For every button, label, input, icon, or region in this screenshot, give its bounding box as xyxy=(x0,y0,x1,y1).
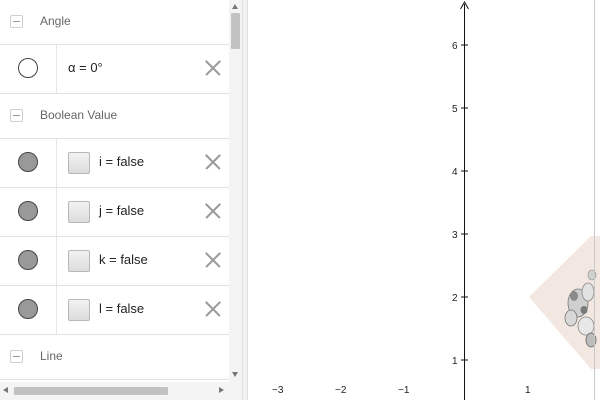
algebra-item-text[interactable]: α = 0° xyxy=(68,60,103,75)
boolean-checkbox-k[interactable] xyxy=(68,250,90,272)
algebra-view: Angle α = 0° Boolean Value i = false j =… xyxy=(0,0,229,382)
horizontal-scroll-thumb[interactable] xyxy=(14,387,168,395)
algebra-item-text[interactable]: k = false xyxy=(99,252,148,267)
marble-cell xyxy=(0,237,57,285)
algebra-item-alpha[interactable]: α = 0° xyxy=(0,45,229,94)
delete-icon[interactable] xyxy=(204,59,222,77)
horizontal-scrollbar[interactable] xyxy=(0,382,229,400)
category-boolean: Boolean Value xyxy=(0,94,229,139)
marble-cell xyxy=(0,188,57,236)
x-tick-label: −3 xyxy=(272,385,284,396)
delete-icon[interactable] xyxy=(204,202,222,220)
marble-cell xyxy=(0,45,57,93)
collapse-boolean-icon[interactable] xyxy=(10,109,23,122)
scrollbar-corner xyxy=(229,382,242,400)
visibility-toggle-icon[interactable] xyxy=(18,299,38,319)
graphics-canvas[interactable]: 6 5 4 3 2 1 −3 −2 −1 1 xyxy=(248,0,600,400)
boolean-checkbox-i[interactable] xyxy=(68,152,90,174)
scroll-down-icon[interactable] xyxy=(232,372,238,377)
category-line-label: Line xyxy=(40,349,63,363)
category-boolean-label: Boolean Value xyxy=(40,108,118,122)
vertical-scrollbar[interactable] xyxy=(229,0,242,382)
collapse-line-icon[interactable] xyxy=(10,350,23,363)
scroll-left-icon[interactable] xyxy=(3,387,8,393)
x-tick-label: 1 xyxy=(525,385,531,396)
algebra-item-l[interactable]: l = false xyxy=(0,286,229,335)
y-tick-label: 5 xyxy=(452,104,458,115)
algebra-item-i[interactable]: i = false xyxy=(0,139,229,188)
y-tick-label: 1 xyxy=(452,356,458,367)
visibility-toggle-icon[interactable] xyxy=(18,152,38,172)
category-angle: Angle xyxy=(0,0,229,45)
graphics-view[interactable]: 6 5 4 3 2 1 −3 −2 −1 1 xyxy=(248,0,600,400)
y-tick-label: 6 xyxy=(452,41,458,52)
visibility-toggle-icon[interactable] xyxy=(18,250,38,270)
visibility-toggle-icon[interactable] xyxy=(18,58,38,78)
y-tick-label: 4 xyxy=(452,167,458,178)
boolean-checkbox-l[interactable] xyxy=(68,299,90,321)
scroll-right-icon[interactable] xyxy=(219,387,224,393)
delete-icon[interactable] xyxy=(204,300,222,318)
delete-icon[interactable] xyxy=(204,153,222,171)
algebra-item-text[interactable]: i = false xyxy=(99,154,144,169)
x-tick-label: −1 xyxy=(398,385,410,396)
algebra-item-text[interactable]: j = false xyxy=(99,203,144,218)
delete-icon[interactable] xyxy=(204,251,222,269)
category-line: Line xyxy=(0,335,229,380)
marble-cell xyxy=(0,286,57,334)
visibility-toggle-icon[interactable] xyxy=(18,201,38,221)
vertical-scroll-thumb[interactable] xyxy=(231,13,240,49)
boolean-checkbox-j[interactable] xyxy=(68,201,90,223)
y-tick-label: 2 xyxy=(452,293,458,304)
scroll-up-icon[interactable] xyxy=(232,4,238,9)
algebra-item-k[interactable]: k = false xyxy=(0,237,229,286)
x-tick-label: −2 xyxy=(335,385,347,396)
y-tick-label: 3 xyxy=(452,230,458,241)
algebra-item-j[interactable]: j = false xyxy=(0,188,229,237)
algebra-item-text[interactable]: l = false xyxy=(99,301,144,316)
collapse-angle-icon[interactable] xyxy=(10,15,23,28)
rotated-image[interactable] xyxy=(529,236,600,369)
marble-cell xyxy=(0,139,57,187)
category-angle-label: Angle xyxy=(40,14,71,28)
